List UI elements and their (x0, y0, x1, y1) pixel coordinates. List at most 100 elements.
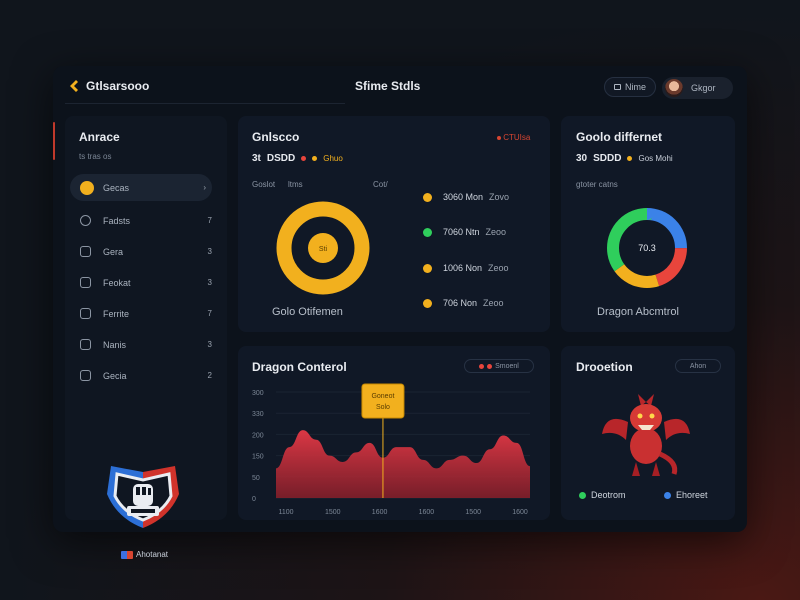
clock-icon (80, 215, 91, 226)
sidebar-item-gecas[interactable]: Gecas › (70, 174, 212, 201)
top-bar: Gtlsarsooo Sfime Stdls Nime Gkgor (53, 66, 747, 108)
difference-sublabel: gtoter catns (576, 180, 618, 189)
difference-donut-center-label: 70.3 (638, 243, 656, 253)
y-tick-label: 150 (252, 454, 264, 461)
area-card-filter-label: Smoenl (495, 362, 519, 370)
legend-label: 706 Non (443, 298, 478, 308)
goals-legend-item: 7060 Ntn Zeoo (423, 227, 506, 237)
legend-dot (423, 192, 432, 202)
goals-card: Gnlscco CTUIsa 3t DSDD Ghuo Goslot ltms … (238, 116, 550, 332)
legend-value: Zovo (489, 192, 510, 202)
sidebar-item-ferrite[interactable]: Ferrite 7 (70, 298, 212, 329)
sidebar-item-gera[interactable]: Gera 3 (70, 236, 212, 267)
legend-label: Deotrom (591, 490, 626, 500)
y-tick-label: 300 (252, 390, 264, 397)
legend-label: 1006 Non (443, 263, 483, 273)
tooltip-line-2: Solo (376, 404, 390, 411)
dragon-legend-item: Ehoreet (664, 490, 708, 500)
goals-sublabel-left: Goslot (252, 180, 276, 189)
sidebar-footer-label: Ahotanat (136, 550, 169, 559)
goals-summary-row: 3t DSDD Ghuo (252, 153, 343, 164)
chart-tooltip: Goneot Solo (361, 383, 405, 419)
x-tick-label: 1500 (465, 509, 481, 516)
x-tick-label: 1600 (419, 509, 435, 516)
x-tick-label: 1500 (325, 509, 341, 516)
user-name: Gkgor (691, 83, 716, 93)
legend-value: Zeoo (488, 263, 509, 273)
legend-dot (664, 491, 671, 499)
app-logo-icon (70, 80, 78, 92)
y-tick-label: 0 (252, 496, 256, 503)
area-card-filter-button[interactable]: Smoenl (464, 359, 534, 373)
sidebar-item-count: 7 (207, 216, 212, 225)
grid-icon (80, 277, 91, 288)
goals-card-badge: CTUIsa (497, 133, 530, 142)
goals-caption: Golo Otifemen (272, 306, 343, 318)
goals-value-label: DSDD (266, 153, 296, 164)
dragon-card-title: Drooetion (576, 360, 633, 374)
legend-dot (423, 227, 432, 237)
goals-sublabel-right: Cot/ (373, 180, 388, 189)
sidebar-item-label: Gecas (103, 182, 130, 193)
document-icon (80, 308, 91, 319)
goals-ring-center-label: Sti (319, 246, 328, 253)
sidebar-subtitle: ts tras os (79, 152, 112, 161)
sidebar-item-count: 2 (207, 371, 212, 380)
goals-sublabel-mid: ltms (288, 180, 303, 189)
team-crest-logo (107, 466, 179, 528)
dragon-card-filter-label: Ahon (689, 362, 707, 370)
avatar (665, 79, 683, 97)
tooltip-line-1: Goneot (371, 393, 394, 400)
sidebar-item-count: 7 (207, 309, 212, 318)
sidebar-footer[interactable]: Ahotanat (121, 550, 168, 559)
sidebar-item-count: 3 (207, 278, 212, 287)
red-dot-icon (479, 363, 485, 369)
difference-value-label: SDDD (593, 153, 622, 164)
sidebar-item-fadsts[interactable]: Fadsts 7 (70, 205, 212, 236)
sidebar-item-label: Ferrite (103, 308, 130, 319)
sidebar-nav: Gecas › Fadsts 7 Gera 3 Feokat 3 Ferrite (70, 174, 212, 391)
chevron-right-icon: › (203, 183, 206, 192)
goals-card-title: Gnlscco (252, 130, 300, 144)
y-tick-label: 50 (252, 475, 260, 482)
dragon-card-filter-button[interactable]: Ahon (675, 359, 721, 373)
area-chart-card: Dragon Conterol Smoenl 300 330 200 150 50 0 1… (238, 346, 550, 520)
sidebar-item-nanis[interactable]: Nanis 3 (70, 329, 212, 360)
sidebar-title: Anrace (79, 130, 120, 144)
sidebar-item-label: Fadsts (103, 215, 131, 226)
sidebar-item-label: Nanis (103, 339, 127, 350)
x-tick-label: 1600 (372, 509, 388, 516)
window-title: Sfime Stdls (355, 79, 421, 93)
sidebar-item-count: 3 (207, 340, 212, 349)
area-chart: 300 330 200 150 50 0 1100 1500 1600 1600 1500 1600… (252, 383, 530, 516)
difference-summary-row: 30 SDDD Gos Mohi (576, 153, 673, 164)
area-card-title: Dragon Conterol (252, 360, 347, 374)
x-tick-label: 1600 (512, 509, 528, 516)
goals-legend-item: 3060 Mon Zovo (423, 192, 509, 202)
sidebar-item-gecia[interactable]: Gecia 2 (70, 360, 212, 391)
y-tick-label: 330 (252, 411, 264, 418)
coin-icon (80, 180, 94, 195)
difference-card-title: Goolo differnet (576, 130, 662, 144)
sidebar-item-feokat[interactable]: Feokat 3 (70, 267, 212, 298)
legend-value: Zeoo (485, 227, 507, 237)
tooltip-box (361, 383, 405, 419)
legend-label: Ehoreet (676, 490, 708, 500)
x-tick-label: 1100 (278, 509, 293, 516)
difference-donut-chart: 70.3 (607, 208, 687, 288)
red-dot-icon (301, 156, 307, 161)
sidebar-item-label: Feokat (103, 277, 131, 288)
legend-value: Zeoo (483, 298, 504, 308)
sidebar-item-count: 3 (207, 247, 212, 256)
y-tick-label: 200 (252, 432, 264, 439)
legend-label: 3060 Mon (443, 192, 484, 202)
legend-dot (579, 491, 586, 499)
user-menu[interactable]: Gkgor (662, 77, 733, 99)
dragon-legend-item: Deotrom (579, 490, 626, 500)
view-chip-button[interactable]: Nime (604, 77, 656, 97)
difference-value: 30 (576, 153, 588, 164)
difference-card: Goolo differnet 30 SDDD Gos Mohi gtoter … (561, 116, 735, 332)
sidebar: Anrace ts tras os Gecas › Fadsts 7 Gera … (53, 116, 227, 559)
goals-tag: Ghuo (323, 154, 343, 163)
yellow-dot-icon (312, 156, 318, 161)
